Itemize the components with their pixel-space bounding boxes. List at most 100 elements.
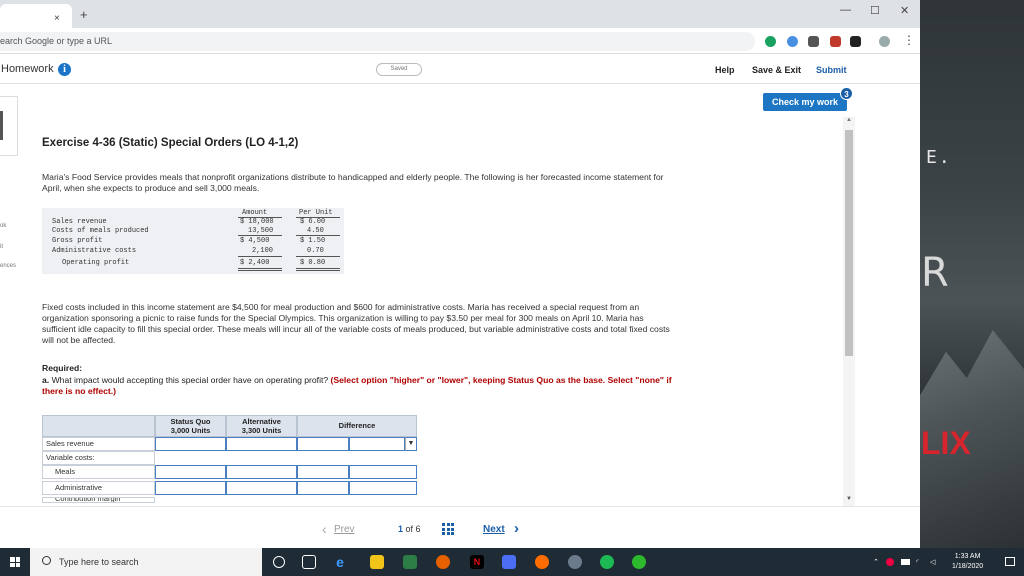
exercise-intro: Maria's Food Service provides meals that… [42, 172, 664, 193]
profile-avatar[interactable] [879, 36, 890, 47]
taskbar-clock[interactable]: 1:33 AM 1/18/2020 [952, 552, 983, 572]
page-current: 1 [398, 524, 404, 534]
task-view-icon[interactable] [302, 555, 316, 569]
wifi-icon[interactable]: ◜ [916, 558, 919, 566]
sales-alternative-input[interactable] [226, 437, 297, 451]
wallpaper-text-mid: R [921, 250, 949, 296]
window-close-icon[interactable]: ✕ [900, 4, 909, 17]
info-icon[interactable]: i [58, 63, 71, 76]
row-label-meals: Meals [42, 465, 155, 479]
sales-status-quo-input[interactable] [155, 437, 226, 451]
browser-tab[interactable]: × [0, 4, 72, 28]
notification-icon[interactable] [1005, 557, 1015, 566]
meals-difference-input[interactable] [297, 465, 349, 479]
submit-button[interactable]: Submit [816, 65, 847, 75]
question-text: What impact would accepting this special… [51, 375, 329, 385]
spotify-icon[interactable] [600, 555, 614, 569]
photos-icon[interactable] [502, 555, 516, 569]
windows-start-icon[interactable] [10, 557, 20, 567]
income-row: Administrative costs 2,100 0.70 [52, 247, 324, 255]
next-button[interactable]: Next [483, 524, 505, 535]
scroll-up-icon[interactable]: ▲ [843, 117, 855, 127]
exercise-facts: Fixed costs included in this income stat… [42, 302, 670, 345]
header-blank [42, 415, 155, 437]
help-link[interactable]: Help [715, 65, 735, 75]
meals-effect-select[interactable] [349, 465, 417, 479]
sales-difference-input[interactable] [297, 437, 349, 451]
income-statement-table: Amount Per Unit Sales revenue $ 18,000 $… [42, 208, 344, 274]
tab-close-icon[interactable]: × [54, 13, 60, 24]
chevron-right-icon[interactable]: › [514, 520, 519, 537]
omnibox-placeholder: earch Google or type a URL [0, 36, 113, 46]
browser-tab-bar: × + — ☐ ✕ [0, 0, 920, 28]
admin-difference-input[interactable] [297, 481, 349, 495]
file-explorer-icon[interactable] [370, 555, 384, 569]
col-per-unit-header: Per Unit [299, 209, 333, 217]
admin-alternative-input[interactable] [226, 481, 297, 495]
extension-red-icon[interactable] [830, 36, 841, 47]
income-row: Gross profit $ 4,500 $ 1.50 [52, 237, 326, 245]
edge-icon[interactable]: e [333, 555, 347, 569]
prev-button[interactable]: Prev [334, 524, 355, 535]
extension-grid-icon[interactable] [808, 36, 819, 47]
homework-header: Homework i Saved Help Save & Exit Submit [0, 56, 920, 84]
saved-status-badge: Saved [376, 63, 422, 76]
chevron-down-icon[interactable]: ▼ [405, 437, 417, 451]
header-status-quo: Status Quo 3,000 Units [155, 415, 226, 437]
sales-effect-select[interactable] [349, 437, 405, 451]
meals-status-quo-input[interactable] [155, 465, 226, 479]
page-indicator: 1 of 6 [398, 524, 421, 534]
store-icon[interactable] [403, 555, 417, 569]
question-content: Exercise 4-36 (Static) Special Orders (L… [0, 112, 843, 504]
question-a: a. What impact would accepting this spec… [42, 375, 682, 397]
scrollbar-thumb[interactable] [845, 130, 853, 356]
tray-app-icon[interactable] [886, 558, 894, 566]
row-label-variable-costs: Variable costs: [42, 451, 155, 465]
netflix-icon[interactable]: N [470, 555, 484, 569]
extension-g-icon[interactable] [765, 36, 776, 47]
extension-dark-icon[interactable] [850, 36, 861, 47]
header-alternative: Alternative 3,300 Units [226, 415, 297, 437]
admin-status-quo-input[interactable] [155, 481, 226, 495]
meals-alternative-input[interactable] [226, 465, 297, 479]
clock-time: 1:33 AM [954, 553, 981, 560]
clock-date: 1/18/2020 [952, 563, 984, 570]
required-heading: Required: [42, 363, 83, 373]
wallpaper-text-top: E. [926, 147, 952, 168]
cortana-icon[interactable] [273, 556, 285, 568]
row-label-sales-revenue: Sales revenue [42, 437, 155, 451]
taskbar-search[interactable]: Type here to search [30, 548, 262, 576]
question-grid-icon[interactable] [442, 523, 454, 535]
row-label-contribution-margin: Contribution margin [42, 497, 155, 503]
save-exit-button[interactable]: Save & Exit [752, 65, 801, 75]
income-row: Operating profit $ 2,400 $ 0.80 [62, 259, 326, 267]
scroll-down-icon[interactable]: ▼ [843, 496, 855, 506]
address-bar: earch Google or type a URL ⋮ [0, 28, 920, 54]
battery-icon[interactable] [901, 559, 910, 565]
omnibox[interactable]: earch Google or type a URL [0, 32, 755, 51]
header-difference: Difference [297, 415, 417, 437]
minimize-icon[interactable]: — [840, 4, 851, 16]
new-tab-icon[interactable]: + [80, 7, 88, 22]
check-count-badge: 3 [840, 87, 853, 100]
admin-effect-select[interactable] [349, 481, 417, 495]
browser-menu-icon[interactable]: ⋮ [903, 33, 915, 47]
page-total: of 6 [405, 524, 421, 534]
taskbar-search-placeholder: Type here to search [59, 557, 139, 567]
firefox-icon[interactable] [436, 555, 450, 569]
extension-shield-icon[interactable] [787, 36, 798, 47]
question-prefix: a. [42, 375, 50, 385]
tray-expand-icon[interactable]: ⌃ [873, 558, 879, 566]
app-icon[interactable] [568, 555, 582, 569]
chevron-left-icon[interactable]: ‹ [322, 521, 327, 537]
windows-taskbar: Type here to search e N ⌃ ◜ ◁ 1:33 AM 1/… [0, 548, 1024, 576]
income-row: Sales revenue $ 18,000 $ 6.00 [52, 218, 326, 226]
chrome-icon[interactable] [632, 555, 646, 569]
volume-icon[interactable]: ◁ [930, 558, 935, 566]
wallpaper-text-bottom: LIX [921, 425, 971, 461]
check-my-work-button[interactable]: Check my work [763, 93, 847, 111]
orange-app-icon[interactable] [535, 555, 549, 569]
homework-title: Homework [1, 63, 54, 75]
question-pager: ‹ Prev 1 of 6 Next › [0, 506, 920, 548]
maximize-icon[interactable]: ☐ [870, 4, 880, 17]
